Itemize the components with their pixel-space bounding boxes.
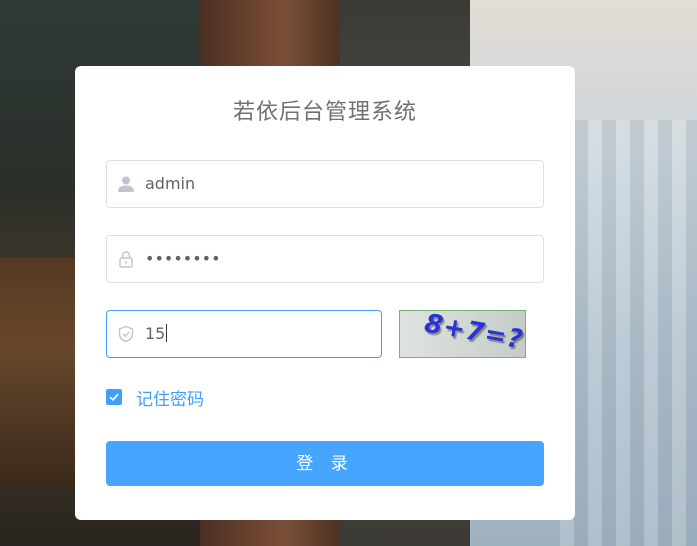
captcha-text: 8+7=? (422, 310, 526, 356)
username-field[interactable]: admin (106, 160, 544, 208)
password-field[interactable]: •••••••• (106, 235, 544, 283)
captcha-input[interactable]: 15 (106, 310, 382, 358)
page-title: 若依后台管理系统 (232, 100, 417, 125)
shield-icon (117, 325, 135, 343)
lock-icon (117, 250, 135, 268)
captcha-image[interactable]: 8+7=? (399, 310, 526, 358)
check-icon (109, 393, 119, 402)
password-value: •••••••• (145, 249, 221, 268)
remember-checkbox[interactable] (106, 389, 122, 405)
remember-label: 记住密码 (136, 389, 204, 410)
captcha-input-value: 15 (145, 324, 166, 343)
user-icon (117, 175, 135, 193)
login-card: 若依后台管理系统 admin •••••••• 15 8+7=? 记住密码 登 … (75, 66, 575, 520)
username-value: admin (145, 174, 196, 193)
text-caret (166, 324, 168, 342)
remember-password[interactable]: 记住密码 (106, 386, 204, 410)
login-button[interactable]: 登 录 (106, 441, 544, 486)
